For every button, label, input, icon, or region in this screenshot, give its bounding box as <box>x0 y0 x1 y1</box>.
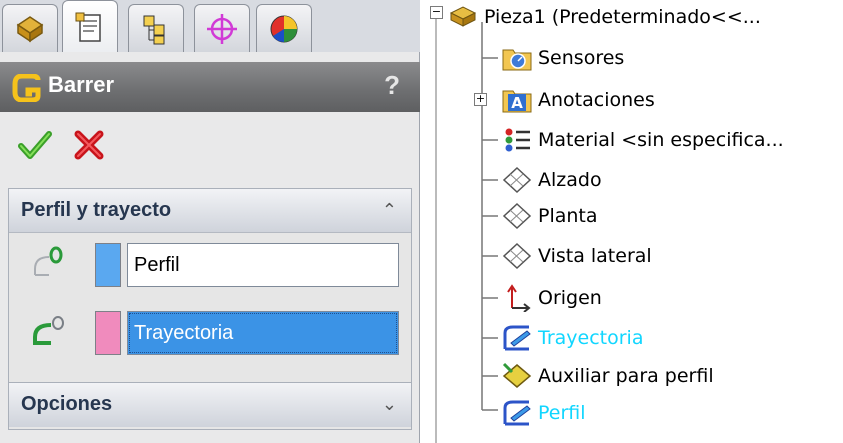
close-icon <box>74 130 104 160</box>
sensor-folder-icon <box>500 43 534 73</box>
expand-annotations-toggle[interactable]: + <box>474 93 487 106</box>
tree-item-top-plane[interactable]: Planta <box>500 199 598 233</box>
feature-manager-icon <box>16 15 44 42</box>
panel-title-bar: Barrer ? <box>0 62 420 112</box>
path-color-swatch <box>95 311 121 355</box>
origin-icon <box>500 283 534 313</box>
profile-path-group: Perfil y trayecto ⌃ Perfil Trayectoria <box>8 188 412 384</box>
tree-item-auxiliary-plane[interactable]: Auxiliar para perfil <box>500 359 714 393</box>
tree-item-label: Alzado <box>538 169 602 191</box>
tab-property-manager[interactable] <box>62 0 118 52</box>
tab-display-manager[interactable] <box>256 4 312 52</box>
manager-tab-strip <box>0 0 420 52</box>
tree-item-label: Auxiliar para perfil <box>538 365 714 387</box>
sweep-icon <box>12 74 41 102</box>
expand-chevron-icon[interactable]: ⌄ <box>382 394 397 415</box>
tree-item-annotations[interactable]: A Anotaciones <box>500 83 655 117</box>
tree-item-label: Trayectoria <box>538 327 644 349</box>
tree-item-origin[interactable]: Origen <box>500 281 602 315</box>
tree-item-label: Planta <box>538 205 598 227</box>
annotations-icon: A <box>500 85 534 115</box>
cancel-button[interactable] <box>72 128 106 162</box>
property-manager-icon <box>75 12 101 42</box>
tree-item-profile-sketch[interactable]: Perfil <box>500 396 586 430</box>
tree-item-label: Origen <box>538 287 602 309</box>
tab-configuration-manager[interactable] <box>128 4 184 52</box>
plane-icon <box>500 165 534 195</box>
plane-icon <box>500 201 534 231</box>
svg-text:A: A <box>511 94 523 112</box>
tree-item-label: Perfil <box>538 402 586 424</box>
tree-item-front-plane[interactable]: Alzado <box>500 163 602 197</box>
collapse-chevron-icon[interactable]: ⌃ <box>382 200 397 221</box>
feature-tree: − + Pieza1 (Predeterminado<<... Sensores <box>428 0 843 443</box>
tree-item-label: Material <sin especifica... <box>538 129 784 151</box>
profile-color-swatch <box>95 243 121 287</box>
collapse-part-toggle[interactable]: − <box>430 6 443 19</box>
profile-selection-row: Perfil <box>9 239 411 291</box>
tree-item-path-sketch[interactable]: Trayectoria <box>500 321 643 355</box>
tree-item-label: Pieza1 (Predeterminado<<... <box>484 6 761 28</box>
sketch-icon <box>500 323 534 353</box>
path-selection-row: Trayectoria <box>9 307 411 359</box>
profile-selection-field[interactable]: Perfil <box>127 243 399 287</box>
part-icon <box>446 2 480 32</box>
plane-icon <box>500 241 534 271</box>
help-button[interactable]: ? <box>384 70 400 101</box>
ref-plane-icon <box>500 361 534 391</box>
profile-path-group-header[interactable]: Perfil y trayecto ⌃ <box>9 189 411 233</box>
tree-item-part[interactable]: Pieza1 (Predeterminado<<... <box>446 0 761 34</box>
property-manager-panel: Barrer ? Perfil y trayecto ⌃ Perfil Tray… <box>0 0 420 443</box>
sketch-icon <box>500 398 534 428</box>
tree-item-label: Anotaciones <box>538 89 655 111</box>
options-group-header[interactable]: Opciones ⌄ <box>9 383 411 427</box>
path-icon <box>33 316 64 345</box>
display-manager-icon <box>270 15 298 42</box>
tree-item-sensors[interactable]: Sensores <box>500 41 624 75</box>
tree-item-label: Vista lateral <box>538 245 652 267</box>
tree-item-right-plane[interactable]: Vista lateral <box>500 239 652 273</box>
material-icon <box>500 125 534 155</box>
checkmark-icon <box>18 131 52 159</box>
dimxpert-icon <box>207 13 237 44</box>
tab-feature-manager[interactable] <box>2 4 58 52</box>
tab-dimxpert-manager[interactable] <box>194 4 250 52</box>
profile-path-group-label: Perfil y trayecto <box>21 199 172 221</box>
panel-title: Barrer <box>48 72 115 97</box>
options-group: Opciones ⌄ <box>8 382 412 430</box>
path-selection-field[interactable]: Trayectoria <box>127 311 399 355</box>
ok-button[interactable] <box>18 128 52 162</box>
profile-icon <box>34 246 63 276</box>
tree-item-material[interactable]: Material <sin especifica... <box>500 123 784 157</box>
options-group-label: Opciones <box>21 393 113 415</box>
tree-item-label: Sensores <box>538 47 625 69</box>
configuration-manager-icon <box>143 15 165 44</box>
